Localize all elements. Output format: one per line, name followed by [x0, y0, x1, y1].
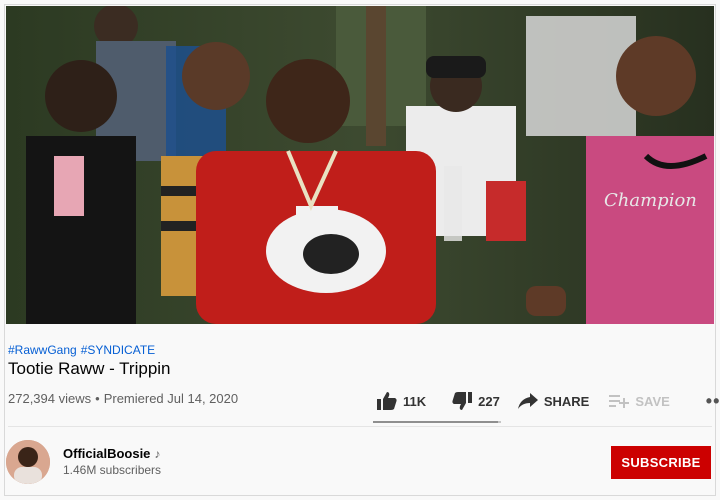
subscriber-count: 1.46M subscribers	[63, 463, 162, 477]
dislike-button[interactable]: 227	[452, 392, 500, 410]
sentiment-bar	[373, 421, 501, 423]
more-dots-icon: •••	[705, 390, 720, 411]
avatar-image	[6, 440, 50, 484]
channel-avatar[interactable]	[6, 440, 50, 484]
meta-separator: •	[95, 391, 100, 406]
share-label: SHARE	[543, 393, 590, 409]
premiere-date: Premiered Jul 14, 2020	[103, 391, 239, 406]
dislike-count: 227	[478, 393, 500, 409]
view-count: 272,394 views	[8, 391, 92, 406]
save-label: SAVE	[635, 393, 670, 409]
subscribe-button[interactable]: SUBSCRIBE	[611, 446, 711, 479]
video-meta: 272,394 views • Premiered Jul 14, 2020	[8, 391, 238, 406]
divider	[8, 426, 712, 427]
music-note-icon: ♪	[154, 447, 161, 461]
share-button[interactable]: SHARE	[517, 393, 590, 409]
like-button[interactable]: 11K	[377, 392, 426, 410]
thumbs-up-icon	[377, 392, 397, 410]
sentiment-bar-fill	[373, 421, 499, 423]
hashtag-row: #RawwGang #SYNDICATE	[8, 343, 159, 357]
video-frame-image: Champion	[6, 6, 714, 324]
more-actions-button[interactable]: •••	[706, 391, 720, 412]
thumbs-down-icon	[452, 392, 473, 410]
video-title: Tootie Raww - Trippin	[8, 359, 171, 378]
video-player[interactable]: Champion	[6, 6, 714, 324]
playlist-add-icon	[609, 395, 630, 408]
hashtag-link[interactable]: #RawwGang	[8, 343, 77, 357]
hashtag-link[interactable]: #SYNDICATE	[81, 343, 155, 357]
shirt-logo-text: Champion	[604, 190, 697, 211]
channel-name[interactable]: OfficialBoosie ♪	[63, 446, 160, 461]
channel-name-text: OfficialBoosie	[63, 446, 151, 461]
action-bar: 11K 227 SHARE SAVE •••	[377, 389, 720, 413]
like-count: 11K	[403, 393, 427, 409]
save-button[interactable]: SAVE	[609, 393, 670, 409]
share-arrow-icon	[517, 393, 538, 409]
